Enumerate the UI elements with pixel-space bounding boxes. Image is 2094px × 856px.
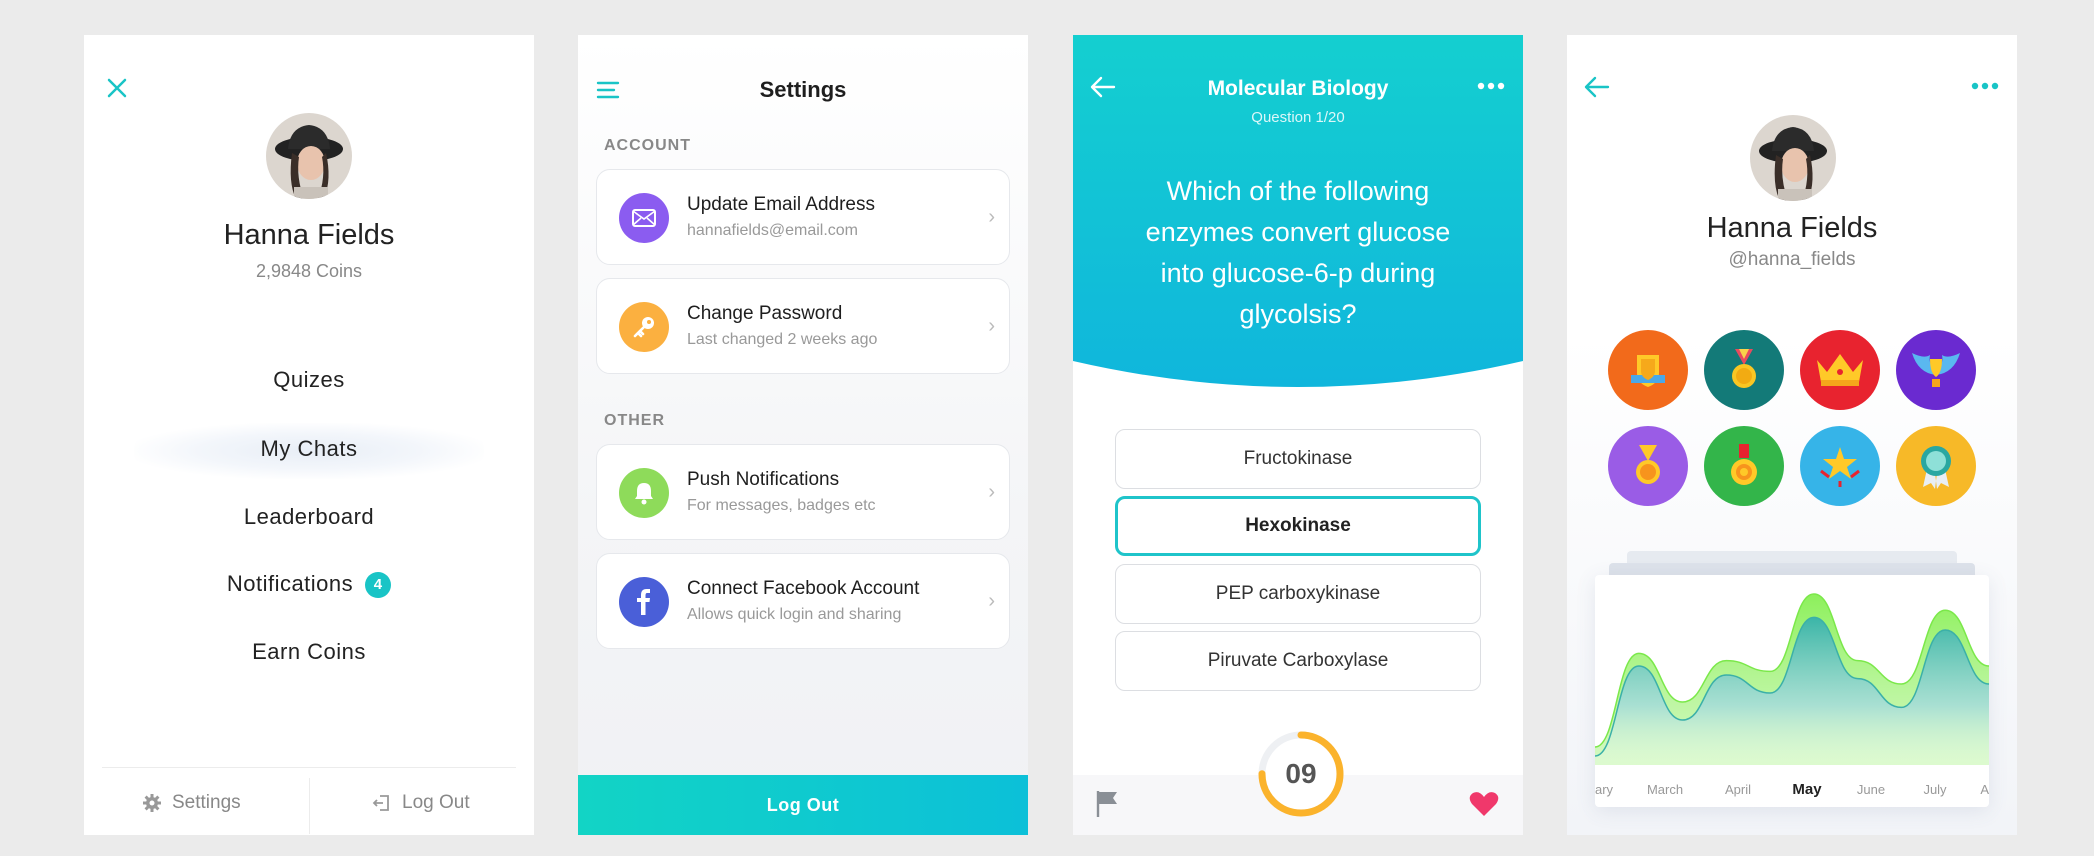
item-subtitle: Last changed 2 weeks ago: [687, 331, 878, 348]
ribbon-medal-icon[interactable]: [1608, 426, 1688, 506]
bell-icon: [619, 468, 669, 518]
gear-icon: [143, 794, 161, 812]
chevron-right-icon: ›: [988, 315, 995, 337]
envelope-icon: [619, 193, 669, 243]
x-tick-label: June: [1857, 782, 1885, 797]
facebook-icon: [619, 577, 669, 627]
settings-button[interactable]: Settings: [142, 792, 241, 814]
quiz-title: Molecular Biology: [1207, 77, 1389, 100]
chevron-right-icon: ›: [988, 590, 995, 612]
answer-option[interactable]: Piruvate Carboxylase: [1115, 631, 1481, 691]
flag-icon[interactable]: [1095, 789, 1121, 819]
quiz-screen: Molecular Biology Question 1/20 Which of…: [1073, 35, 1523, 835]
question-text: Which of the following enzymes convert g…: [1145, 176, 1451, 329]
logout-icon: [372, 795, 389, 811]
coin-balance: 2,9848 Coins: [255, 261, 363, 281]
logout-button[interactable]: Log Out: [578, 775, 1028, 835]
star-burst-icon[interactable]: [1800, 426, 1880, 506]
menu-footer: Settings Log Out: [102, 767, 516, 835]
notification-count-badge: 4: [365, 572, 392, 598]
gold-medal-icon[interactable]: [1704, 330, 1784, 410]
item-subtitle: For messages, badges etc: [687, 497, 876, 514]
heart-icon[interactable]: [1469, 791, 1499, 817]
item-subtitle: Allows quick login and sharing: [687, 606, 902, 623]
more-options-icon[interactable]: [1971, 81, 1999, 91]
menu-item-label: My Chats: [260, 436, 358, 461]
menu-item-label: Leaderboard: [243, 504, 375, 529]
countdown-timer: 09: [1256, 729, 1346, 819]
menu-item-my-chats[interactable]: My Chats: [84, 436, 534, 462]
x-tick-label: ary: [1595, 782, 1614, 797]
menu-item-earn-coins[interactable]: Earn Coins: [84, 639, 534, 665]
x-tick-label: April: [1725, 782, 1751, 797]
area-chart: ary March April May June July A: [1595, 593, 1989, 798]
avatar[interactable]: [1750, 115, 1836, 201]
star-medal-icon[interactable]: [1704, 426, 1784, 506]
activity-chart-card: ary March April May June July A: [1595, 575, 1989, 807]
answer-option[interactable]: Fructokinase: [1115, 429, 1481, 489]
settings-screen: Settings ACCOUNT Update Email Address ha…: [578, 35, 1028, 835]
footer-divider: [309, 778, 310, 834]
menu-item-label: Earn Coins: [252, 639, 366, 664]
menu-item-label: Quizes: [273, 367, 345, 392]
item-subtitle: hannafields@email.com: [687, 222, 858, 239]
settings-item-push-notifications[interactable]: Push Notifications For messages, badges …: [596, 444, 1010, 540]
settings-label: Settings: [172, 792, 241, 813]
menu-item-leaderboard[interactable]: Leaderboard: [84, 504, 534, 530]
logout-label: Log Out: [402, 792, 470, 813]
chevron-right-icon: ›: [988, 206, 995, 228]
x-tick-label: July: [1923, 782, 1947, 797]
settings-item-update-email[interactable]: Update Email Address hannafields@email.c…: [596, 169, 1010, 265]
settings-item-connect-facebook[interactable]: Connect Facebook Account Allows quick lo…: [596, 553, 1010, 649]
user-name: Hanna Fields: [223, 219, 395, 251]
x-tick-label: May: [1792, 781, 1822, 798]
wings-trophy-icon[interactable]: [1896, 330, 1976, 410]
close-icon[interactable]: [104, 75, 130, 101]
menu-item-notifications[interactable]: Notifications 4: [84, 571, 534, 598]
item-title: Update Email Address: [687, 194, 875, 215]
settings-item-change-password[interactable]: Change Password Last changed 2 weeks ago…: [596, 278, 1010, 374]
item-title: Change Password: [687, 303, 843, 324]
user-handle: @hanna_fields: [1728, 249, 1856, 270]
x-tick-label: March: [1647, 782, 1683, 797]
logout-button[interactable]: Log Out: [372, 792, 470, 814]
chevron-right-icon: ›: [988, 481, 995, 503]
item-title: Push Notifications: [687, 469, 840, 490]
x-tick-label: A: [1980, 782, 1989, 797]
timer-value: 09: [1285, 758, 1317, 789]
menu-item-quizes[interactable]: Quizes: [84, 367, 534, 393]
section-label-account: ACCOUNT: [604, 137, 691, 154]
answer-option[interactable]: PEP carboxykinase: [1115, 564, 1481, 624]
answer-option-selected[interactable]: Hexokinase: [1115, 496, 1481, 556]
item-title: Connect Facebook Account: [687, 578, 920, 599]
rosette-icon[interactable]: [1896, 426, 1976, 506]
question-counter: Question 1/20: [1251, 109, 1345, 126]
back-arrow-icon[interactable]: [1583, 75, 1611, 99]
user-name: Hanna Fields: [1706, 212, 1878, 244]
section-label-other: OTHER: [604, 412, 665, 429]
key-icon: [619, 302, 669, 352]
crown-icon[interactable]: [1800, 330, 1880, 410]
shield-medal-icon[interactable]: [1608, 330, 1688, 410]
menu-item-label: Notifications: [226, 571, 354, 596]
avatar[interactable]: [266, 113, 352, 199]
profile-screen: Hanna Fields @hanna_fields ary March Apr…: [1567, 35, 2017, 835]
side-menu-screen: Hanna Fields 2,9848 Coins Quizes My Chat…: [84, 35, 534, 835]
page-title: Settings: [759, 77, 847, 102]
